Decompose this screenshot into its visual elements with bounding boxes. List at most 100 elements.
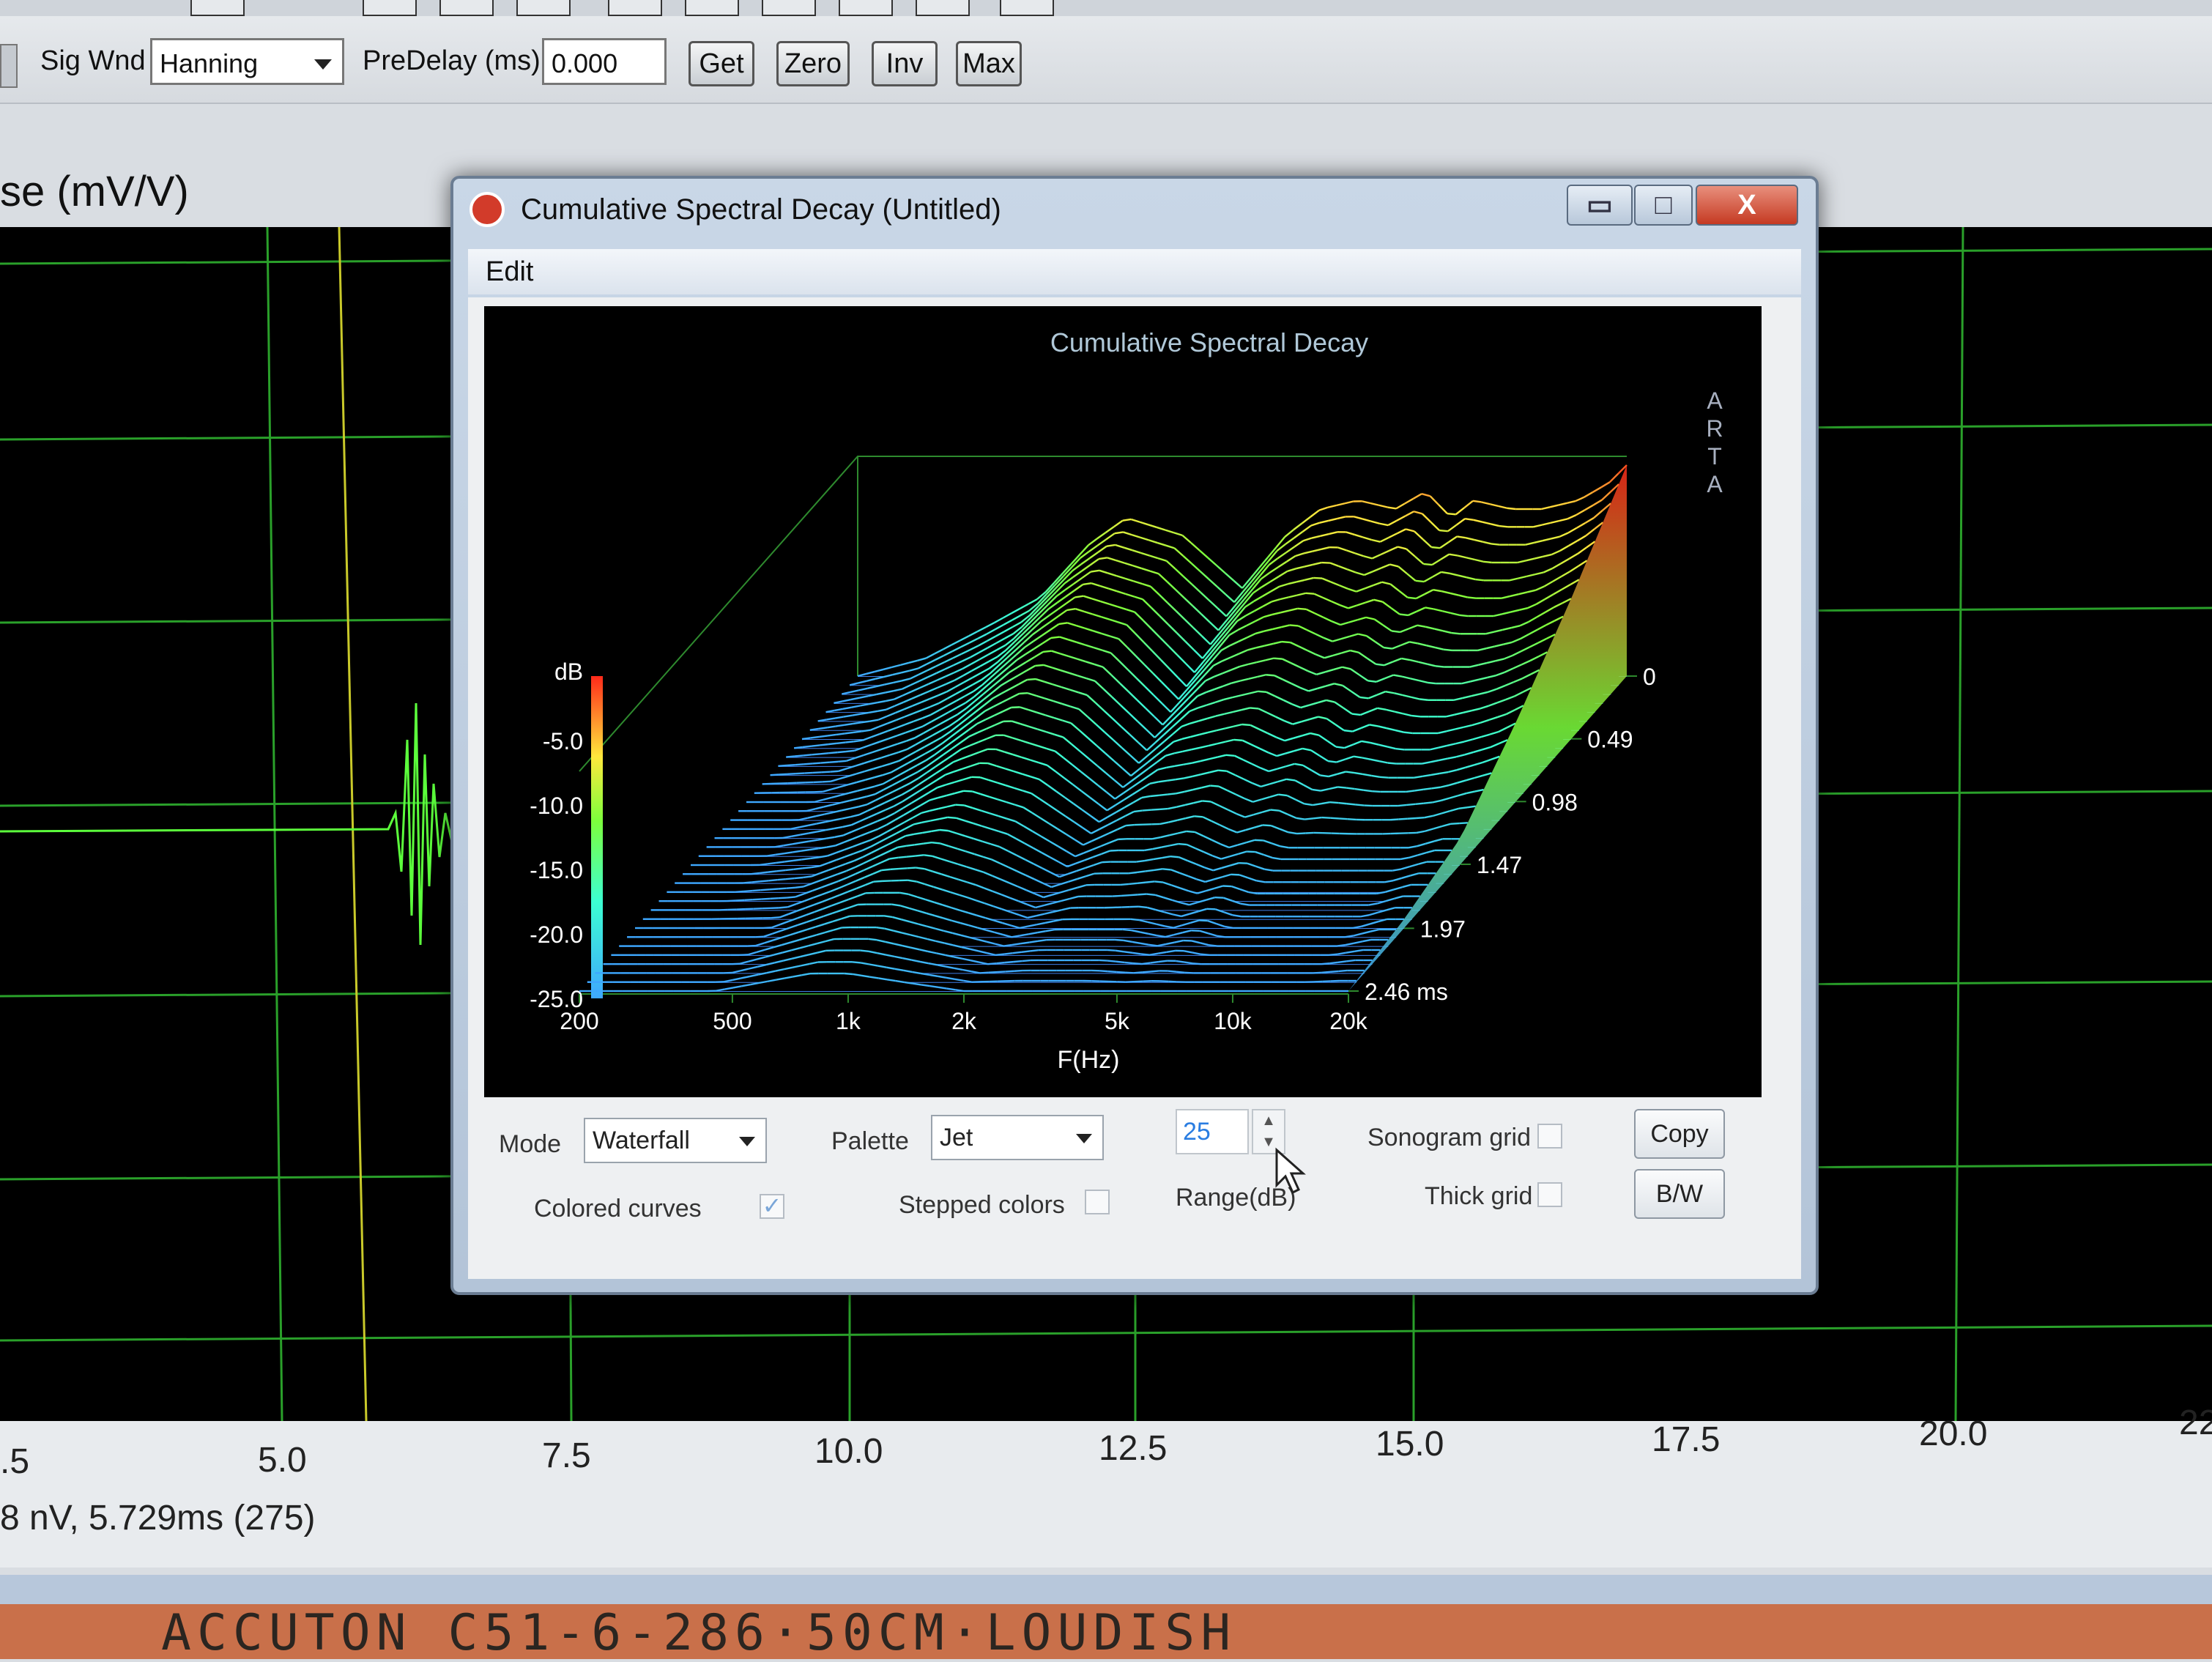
zero-button[interactable]: Zero [776, 41, 850, 86]
decay-curve-segment [1483, 562, 1492, 563]
toolbar-icon-button[interactable] [190, 0, 245, 16]
copy-button[interactable]: Copy [1634, 1109, 1725, 1159]
range-input[interactable]: 25 [1176, 1109, 1249, 1154]
decay-curve-segment [812, 763, 821, 764]
minimize-button[interactable]: ▭ [1567, 185, 1633, 226]
inv-button[interactable]: Inv [872, 41, 938, 86]
host-x-tick: 10.0 [814, 1431, 883, 1472]
decay-curve-segment [1399, 819, 1408, 820]
spin-up-icon[interactable]: ▲ [1253, 1110, 1284, 1132]
predelay-input[interactable]: 0.000 [542, 38, 667, 85]
mode-select[interactable]: Waterfall [584, 1118, 767, 1163]
max-button[interactable]: Max [956, 41, 1022, 86]
decay-curve-segment [1473, 501, 1482, 502]
toolbar-icon-button[interactable] [608, 0, 662, 16]
toolbar-icon-button[interactable] [516, 0, 571, 16]
decay-curve-segment [778, 765, 787, 766]
palette-select[interactable]: Jet [931, 1115, 1104, 1160]
decay-curve-segment [899, 868, 908, 869]
decay-curve-segment [1255, 840, 1263, 841]
get-button[interactable]: Get [689, 41, 754, 86]
z-tick-label: 1.47 [1477, 852, 1522, 878]
decay-curve-segment [793, 851, 801, 853]
decay-curve-segment [1168, 793, 1176, 794]
decay-curve-segment [1336, 747, 1345, 748]
host-x-tick: 5.0 [258, 1440, 307, 1480]
decay-curve-segment [1423, 564, 1432, 565]
decay-curve-segment [845, 732, 853, 734]
decay-curve-segment [1116, 972, 1125, 973]
decay-curve-segment [854, 741, 863, 742]
decay-curve-segment [908, 868, 916, 869]
cursor-line[interactable] [339, 227, 366, 1421]
decay-curve-segment [1004, 953, 1013, 954]
decay-curve-segment [811, 745, 820, 746]
decay-curve-segment [1338, 961, 1347, 962]
close-button[interactable]: X [1696, 185, 1798, 226]
decay-curve-segment [1184, 962, 1193, 964]
csd-chart-title: Cumulative Spectral Decay [1050, 327, 1368, 357]
mode-label: Mode [499, 1130, 561, 1159]
toolbar-icon-button[interactable] [839, 0, 893, 16]
decay-curve-segment [988, 972, 997, 973]
arta-watermark: ARTA [1706, 387, 1723, 497]
decay-curve-segment [938, 987, 947, 989]
decay-curve-segment [1129, 883, 1137, 884]
csd-curves [579, 465, 1627, 991]
thick-grid-checkbox[interactable] [1537, 1182, 1562, 1207]
toolbar-icon-button[interactable] [363, 0, 417, 16]
decay-curve-segment [913, 984, 921, 985]
decay-curve-segment [1020, 693, 1028, 694]
decay-curve-segment [1312, 790, 1321, 791]
decay-curve-segment [1337, 945, 1346, 946]
toolbar-icon-button[interactable] [439, 0, 494, 16]
colored-curves-checkbox[interactable]: ✓ [760, 1194, 784, 1219]
decay-curve-segment [955, 990, 964, 991]
decay-curve-segment [1407, 804, 1416, 805]
maximize-button[interactable]: □ [1634, 185, 1693, 226]
decay-curve-segment [874, 881, 883, 882]
decay-curve-segment [1404, 732, 1413, 733]
decay-curve-segment [845, 724, 853, 725]
decay-curve-segment [829, 762, 838, 763]
bw-button[interactable]: B/W [1634, 1169, 1725, 1219]
predelay-label: PreDelay (ms) [363, 45, 541, 77]
decay-curve-segment [868, 939, 877, 940]
decay-curve-segment [1134, 972, 1143, 973]
decay-curve-segment [1346, 772, 1354, 773]
decay-curve-segment [1021, 943, 1030, 944]
decay-curve-segment [739, 954, 748, 955]
decay-curve-segment [1367, 680, 1376, 681]
toolbar-icon-button[interactable] [916, 0, 970, 16]
decay-curve-segment [828, 743, 837, 744]
host-plot-title: se (mV/V) [0, 167, 189, 216]
stepped-colors-checkbox[interactable] [1085, 1190, 1110, 1214]
csd-title-bar[interactable]: Cumulative Spectral Decay (Untitled) ▭ □… [453, 179, 1816, 242]
decay-curve-segment [1380, 777, 1389, 778]
decay-curve-segment [838, 761, 847, 762]
decay-curve-segment [1043, 651, 1052, 652]
csd-plot-area[interactable]: Cumulative Spectral Decay dB F(Hz) -5.0-… [484, 306, 1762, 1097]
sig-wnd-select[interactable]: Hanning [150, 38, 344, 85]
z-tick-label: 2.46 ms [1365, 979, 1448, 1005]
decay-curve-segment [803, 754, 812, 755]
menu-item-edit[interactable]: Edit [486, 256, 533, 288]
sonogram-grid-checkbox[interactable] [1537, 1124, 1562, 1149]
decay-curve-segment [1330, 971, 1339, 972]
decay-curve-segment [1321, 972, 1330, 973]
toolbar-icon-button[interactable] [762, 0, 816, 16]
toolbar-icon-button[interactable] [685, 0, 739, 16]
csd-window[interactable]: Cumulative Spectral Decay (Untitled) ▭ □… [450, 176, 1819, 1295]
decay-curve-segment [1436, 666, 1444, 667]
toolbar-icon-button[interactable] [1000, 0, 1054, 16]
decay-curve-segment [1133, 963, 1142, 964]
decay-curve-segment [1167, 779, 1176, 781]
decay-curve-segment [921, 984, 930, 986]
x-tick-label: 1k [836, 1008, 861, 1034]
decay-curve-segment [1431, 547, 1440, 548]
decay-curve-segment [1121, 884, 1129, 885]
color-scale-bar [591, 676, 603, 998]
decay-curve-segment [763, 927, 772, 928]
y-tick-label: -15.0 [530, 857, 583, 883]
decay-curve-segment [786, 878, 795, 879]
